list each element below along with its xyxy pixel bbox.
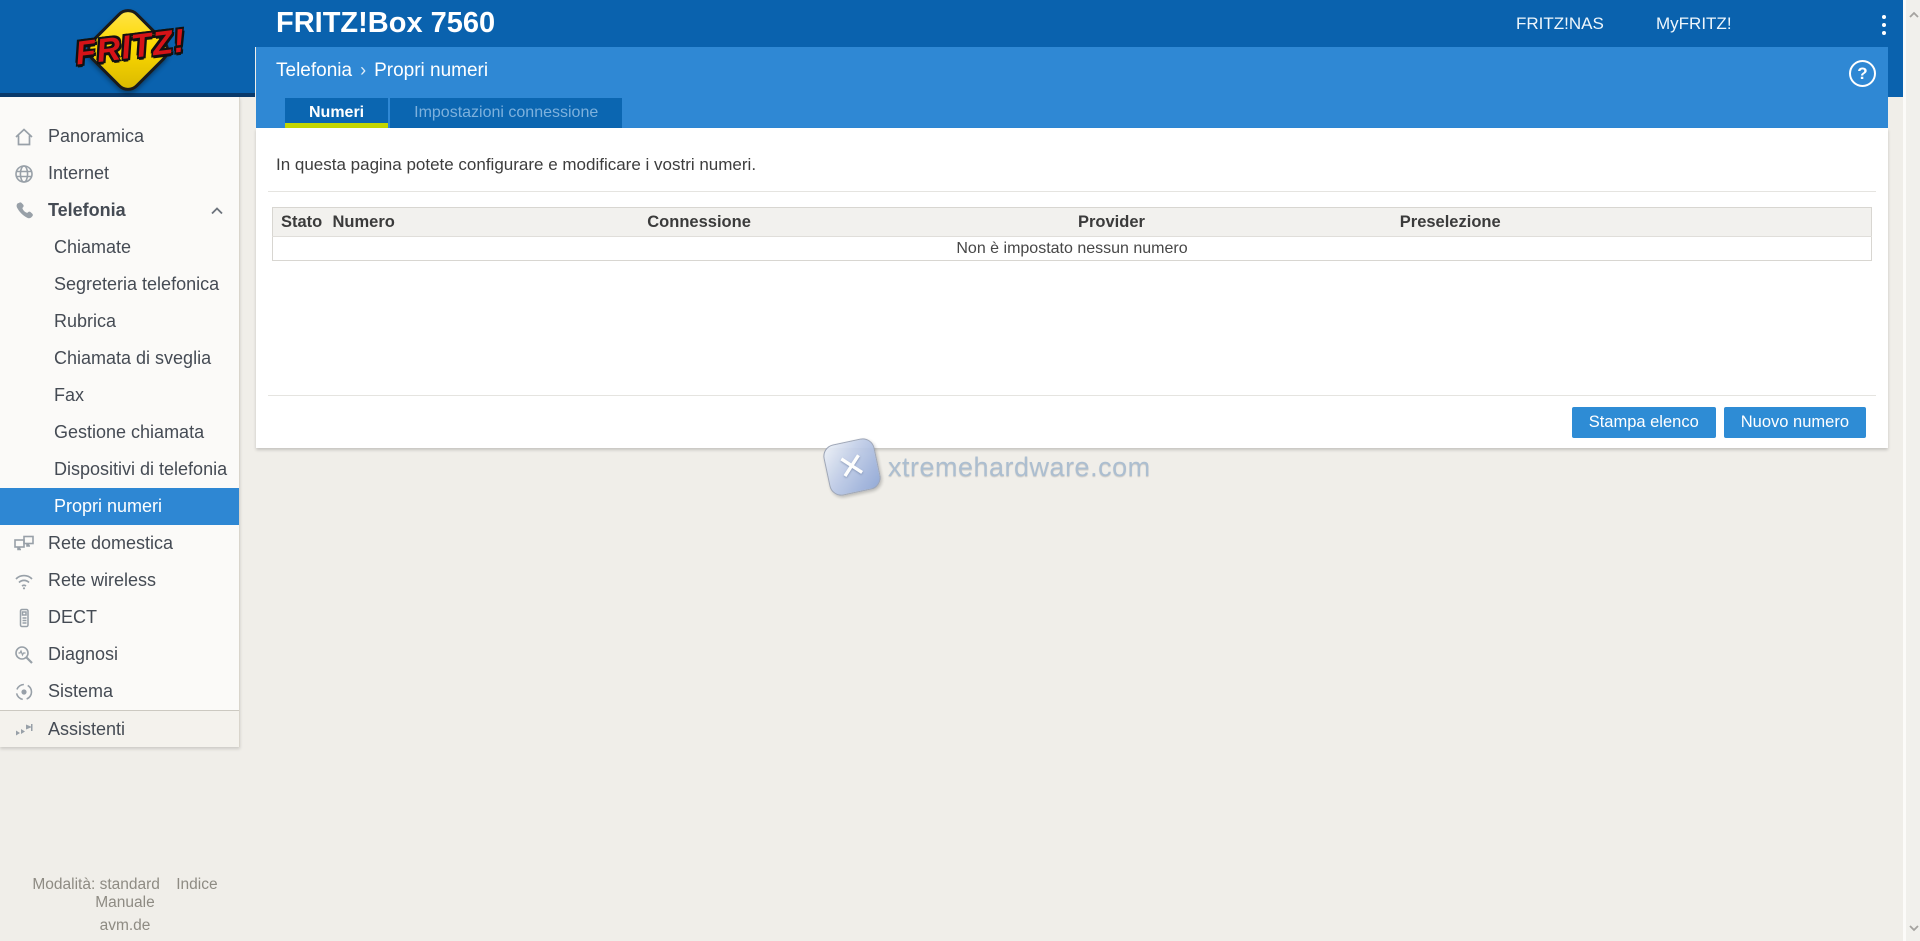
manuale-link[interactable]: Manuale [95, 894, 154, 911]
sidebar-item-rete-wireless[interactable]: Rete wireless [0, 562, 239, 599]
sidebar-item-segreteria-telefonica[interactable]: Segreteria telefonica [0, 266, 239, 303]
action-buttons: Stampa elenco Nuovo numero [1572, 407, 1866, 438]
mode-label: Modalità: standard [32, 876, 160, 893]
divider [268, 191, 1876, 192]
table-header-row: Stato Numero Connessione Provider Presel… [273, 208, 1872, 237]
fritznas-link[interactable]: FRITZ!NAS [1516, 14, 1604, 34]
phone-icon [13, 200, 35, 222]
indice-link[interactable]: Indice [176, 876, 217, 893]
divider [268, 395, 1876, 396]
tab-numeri[interactable]: Numeri [285, 98, 388, 128]
table-empty-row: Non è impostato nessun numero [273, 237, 1872, 261]
sidebar-item-sistema[interactable]: Sistema [0, 673, 239, 710]
xtremehardware-x-icon: ✕ [821, 436, 883, 498]
sidebar-item-diagnosi[interactable]: Diagnosi [0, 636, 239, 673]
tab-bar: Numeri Impostazioni connessione [285, 98, 622, 128]
stampa-elenco-button[interactable]: Stampa elenco [1572, 407, 1716, 438]
brand-logo-block: FRITZ! [0, 0, 255, 97]
breadcrumb-current-page: Propri numeri [374, 60, 488, 81]
vertical-scrollbar[interactable] [1903, 0, 1920, 941]
numbers-table: Stato Numero Connessione Provider Presel… [272, 207, 1872, 261]
sidebar: Panoramica Internet Telefonia Chiamate S… [0, 97, 240, 747]
sidebar-item-label: Rete wireless [48, 570, 156, 591]
watermark-text: xtremehardware.com [888, 452, 1151, 483]
sidebar-item-label: Telefonia [48, 200, 126, 221]
system-icon [13, 681, 35, 703]
sidebar-item-label: Internet [48, 163, 109, 184]
globe-icon [13, 163, 35, 185]
scroll-up-arrow-icon[interactable] [1908, 8, 1920, 20]
sidebar-item-panoramica[interactable]: Panoramica [0, 118, 239, 155]
home-network-icon [13, 533, 35, 555]
wifi-icon [13, 570, 35, 592]
intro-text: In questa pagina potete configurare e mo… [276, 155, 756, 175]
sidebar-item-assistenti[interactable]: Assistenti [0, 710, 239, 747]
xtremehardware-watermark: ✕ xtremehardware.com [826, 441, 1151, 493]
home-icon [13, 126, 35, 148]
nav-myfritz[interactable]: MyFRITZ! [1656, 0, 1732, 47]
sidebar-item-rubrica[interactable]: Rubrica [0, 303, 239, 340]
column-header-connessione: Connessione [639, 208, 1070, 237]
chevron-up-icon[interactable] [209, 203, 225, 219]
diagnosis-icon [13, 644, 35, 666]
sidebar-item-dect[interactable]: DECT [0, 599, 239, 636]
sidebar-item-internet[interactable]: Internet [0, 155, 239, 192]
sidebar-item-label: Sistema [48, 681, 113, 702]
top-bar-right-cap [1888, 0, 1903, 97]
sidebar-item-chiamata-di-sveglia[interactable]: Chiamata di sveglia [0, 340, 239, 377]
content-header-band: Telefonia › Propri numeri ? Numeri Imposta… [256, 47, 1888, 128]
dect-phone-icon [13, 607, 35, 629]
sidebar-item-label: Diagnosi [48, 644, 118, 665]
column-header-preselezione: Preselezione [1392, 208, 1872, 237]
myfritz-link[interactable]: MyFRITZ! [1656, 14, 1732, 34]
column-header-provider: Provider [1070, 208, 1392, 237]
column-header-stato: Stato [273, 208, 325, 237]
kebab-menu-icon[interactable] [1879, 15, 1889, 35]
sidebar-item-chiamate[interactable]: Chiamate [0, 229, 239, 266]
sidebar-item-label: Assistenti [48, 719, 125, 740]
sidebar-item-rete-domestica[interactable]: Rete domestica [0, 525, 239, 562]
footer: Modalità: standard Indice Manuale avm.de [0, 876, 250, 935]
sidebar-item-gestione-chiamata[interactable]: Gestione chiamata [0, 414, 239, 451]
breadcrumb-section-link[interactable]: Telefonia [276, 60, 352, 81]
sidebar-item-label: Rete domestica [48, 533, 173, 554]
empty-message: Non è impostato nessun numero [273, 237, 1872, 261]
column-header-numero: Numero [324, 208, 639, 237]
sidebar-item-fax[interactable]: Fax [0, 377, 239, 414]
sidebar-item-propri-numeri[interactable]: Propri numeri [0, 488, 239, 525]
breadcrumb-separator: › [360, 60, 366, 80]
avm-link[interactable]: avm.de [100, 917, 151, 934]
sidebar-item-dispositivi-di-telefonia[interactable]: Dispositivi di telefonia [0, 451, 239, 488]
sidebar-item-telefonia[interactable]: Telefonia [0, 192, 239, 229]
sidebar-item-label: DECT [48, 607, 97, 628]
page-title: FRITZ!Box 7560 [276, 0, 495, 47]
assistants-icon [13, 718, 35, 740]
sidebar-item-label: Panoramica [48, 126, 144, 147]
scroll-down-arrow-icon[interactable] [1908, 921, 1920, 933]
main-content-card: In questa pagina potete configurare e mo… [256, 128, 1888, 448]
tab-impostazioni-connessione[interactable]: Impostazioni connessione [390, 98, 622, 128]
help-icon[interactable]: ? [1849, 60, 1876, 87]
nav-fritznas[interactable]: FRITZ!NAS [1516, 0, 1604, 47]
nuovo-numero-button[interactable]: Nuovo numero [1724, 407, 1866, 438]
breadcrumb: Telefonia › Propri numeri [276, 60, 488, 82]
